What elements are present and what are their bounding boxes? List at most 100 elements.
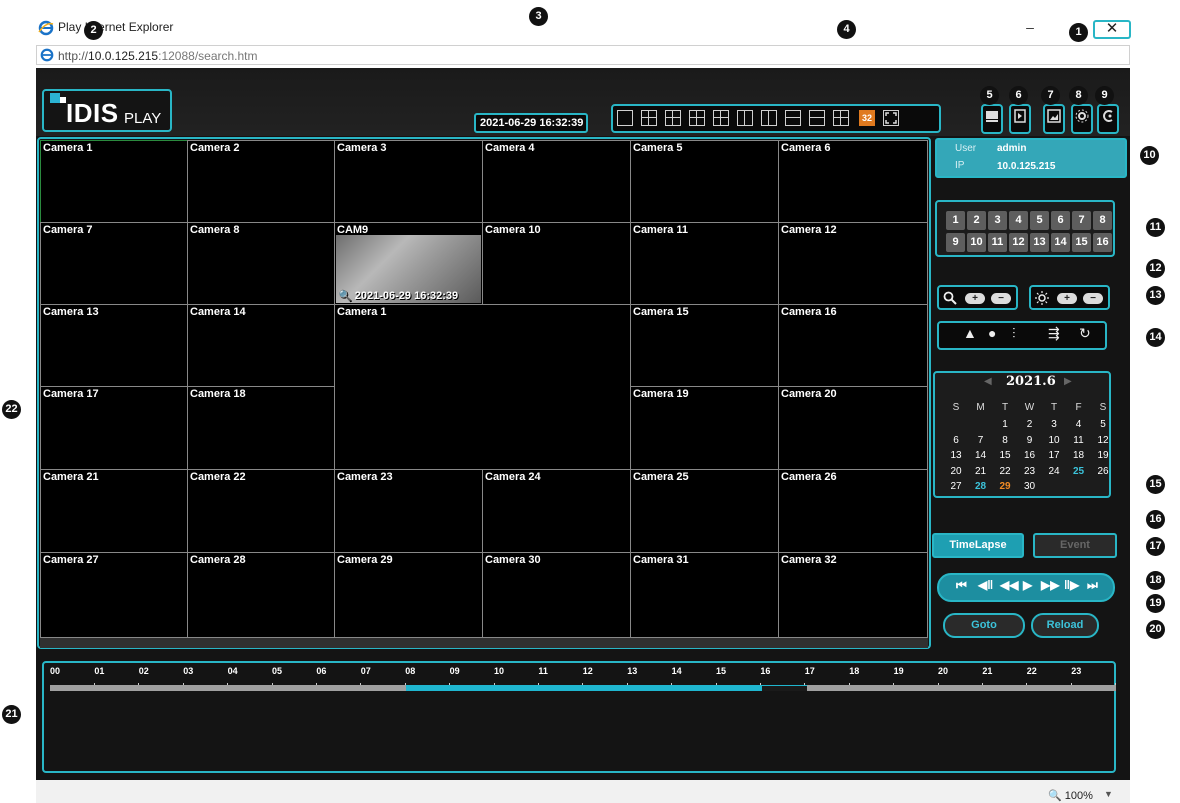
channel-button-10[interactable]: 10 [967,233,986,252]
grid-scrollbar[interactable] [40,638,928,648]
equalizer-icon[interactable]: ⫶ [1012,325,1016,342]
camera-tile-11[interactable]: Camera 11 [630,222,779,305]
zoom-in-button[interactable]: + [965,293,985,304]
calendar-day[interactable]: 4 [1069,419,1089,430]
address-url[interactable]: http://10.0.125.215:12088/search.htm [58,49,258,63]
camera-tile-22[interactable]: Camera 22 [187,469,335,553]
layout-1plus7-button[interactable] [809,110,825,126]
calendar-day[interactable]: 10 [1044,435,1064,446]
channel-button-12[interactable]: 12 [1009,233,1028,252]
calendar-day[interactable]: 22 [995,466,1015,477]
image-button[interactable] [1043,104,1065,134]
camera-tile-15[interactable]: Camera 15 [630,304,779,387]
calendar-day[interactable]: 13 [946,450,966,461]
calendar-day[interactable]: 30 [1020,481,1040,492]
camera-tile-16[interactable]: Camera 16 [778,304,928,387]
channel-button-11[interactable]: 11 [988,233,1007,252]
camera-tile-4[interactable]: Camera 4 [482,140,631,223]
layout-1plus5-button[interactable] [785,110,801,126]
goto-button[interactable]: Goto [943,613,1025,638]
camera-tile-7[interactable]: Camera 7 [40,222,188,305]
layout-1x1-button[interactable] [617,110,633,126]
camera-tile-24[interactable]: Camera 24 [482,469,631,553]
camera-tile-32[interactable]: Camera 32 [778,552,928,638]
calendar-day[interactable]: 19 [1093,450,1113,461]
layout-custom-button[interactable] [833,110,849,126]
camera-tile-17[interactable]: Camera 17 [40,386,188,470]
brightness-down-button[interactable]: − [1083,293,1103,304]
last-icon[interactable]: ⏭ [1087,578,1098,593]
channel-button-1[interactable]: 1 [946,211,965,230]
first-icon[interactable]: ⏮ [956,578,967,593]
channel-button-2[interactable]: 2 [967,211,986,230]
calendar-next-icon[interactable]: ▶ [1064,376,1072,387]
fast-forward-icon[interactable]: ▶▶ [1041,578,1059,592]
camera-tile-3[interactable]: Camera 3 [334,140,483,223]
camera-tile-21[interactable]: Camera 21 [40,469,188,553]
camera-tile-9[interactable]: CAM9 🔍 2021-06-29 16:32:39 [334,222,483,305]
channel-button-7[interactable]: 7 [1072,211,1091,230]
calendar-day[interactable]: 27 [946,481,966,492]
camera-tile-28[interactable]: Camera 28 [187,552,335,638]
calendar-day[interactable]: 23 [1020,466,1040,477]
step-back-icon[interactable]: ◀‖ [978,578,993,592]
channel-button-5[interactable]: 5 [1030,211,1049,230]
calendar-day[interactable]: 6 [946,435,966,446]
fullscreen-button[interactable] [883,110,899,126]
calendar-day[interactable]: 26 [1093,466,1113,477]
calendar-prev-icon[interactable]: ◀ [984,376,992,387]
timeline-panel[interactable] [42,661,1116,773]
color-icon[interactable]: ● [988,325,996,341]
dewarp-icon[interactable]: ⇶ [1048,325,1060,342]
export-button[interactable] [1009,104,1031,134]
timeline-recorded-segment[interactable] [406,685,763,691]
calendar-day[interactable]: 21 [971,466,991,477]
camera-tile-5[interactable]: Camera 5 [630,140,779,223]
layout-split2-button[interactable] [737,110,753,126]
calendar-day[interactable]: 14 [971,450,991,461]
channel-button-8[interactable]: 8 [1093,211,1112,230]
calendar-day[interactable]: 29 [995,481,1015,492]
calendar-day[interactable]: 28 [971,481,991,492]
camera-tile-27[interactable]: Camera 27 [40,552,188,638]
calendar-day[interactable]: 7 [971,435,991,446]
step-forward-icon[interactable]: ‖▶ [1064,578,1079,592]
zoom-out-button[interactable]: − [991,293,1011,304]
reset-icon[interactable]: ↻ [1079,325,1091,342]
calendar-day[interactable]: 3 [1044,419,1064,430]
calendar-day[interactable]: 2 [1020,419,1040,430]
camera-tile-12[interactable]: Camera 12 [778,222,928,305]
camera-tile-18[interactable]: Camera 18 [187,386,335,470]
sharpen-icon[interactable]: ▲ [963,325,977,341]
channel-button-14[interactable]: 14 [1051,233,1070,252]
layout-3x3-button[interactable] [665,110,681,126]
live-button[interactable] [1097,104,1119,134]
minimize-button[interactable]: – [1020,20,1040,36]
camera-tile-10[interactable]: Camera 10 [482,222,631,305]
channel-button-3[interactable]: 3 [988,211,1007,230]
snapshot-button[interactable] [981,104,1003,134]
calendar-day[interactable]: 11 [1069,435,1089,446]
calendar-day[interactable]: 8 [995,435,1015,446]
camera-tile-2[interactable]: Camera 2 [187,140,335,223]
camera-tile-25[interactable]: Camera 25 [630,469,779,553]
camera-tile-6[interactable]: Camera 6 [778,140,928,223]
rewind-icon[interactable]: ◀◀ [1000,578,1018,592]
close-button[interactable]: ✕ [1093,20,1131,39]
calendar-day[interactable]: 24 [1044,466,1064,477]
channel-button-15[interactable]: 15 [1072,233,1091,252]
camera-tile-14[interactable]: Camera 14 [187,304,335,387]
calendar-day[interactable]: 16 [1020,450,1040,461]
camera-tile-20[interactable]: Camera 20 [778,386,928,470]
camera-tile-19[interactable]: Camera 19 [630,386,779,470]
settings-button[interactable] [1071,104,1093,134]
camera-tile-29[interactable]: Camera 29 [334,552,483,638]
zoom-level[interactable]: 🔍 100% [1048,789,1093,802]
channel-button-6[interactable]: 6 [1051,211,1070,230]
calendar-day[interactable]: 17 [1044,450,1064,461]
channel-button-13[interactable]: 13 [1030,233,1049,252]
calendar-day[interactable]: 18 [1069,450,1089,461]
camera-tile-1[interactable]: Camera 1 [40,140,188,223]
camera-tile-31[interactable]: Camera 31 [630,552,779,638]
calendar-day[interactable]: 25 [1069,466,1089,477]
